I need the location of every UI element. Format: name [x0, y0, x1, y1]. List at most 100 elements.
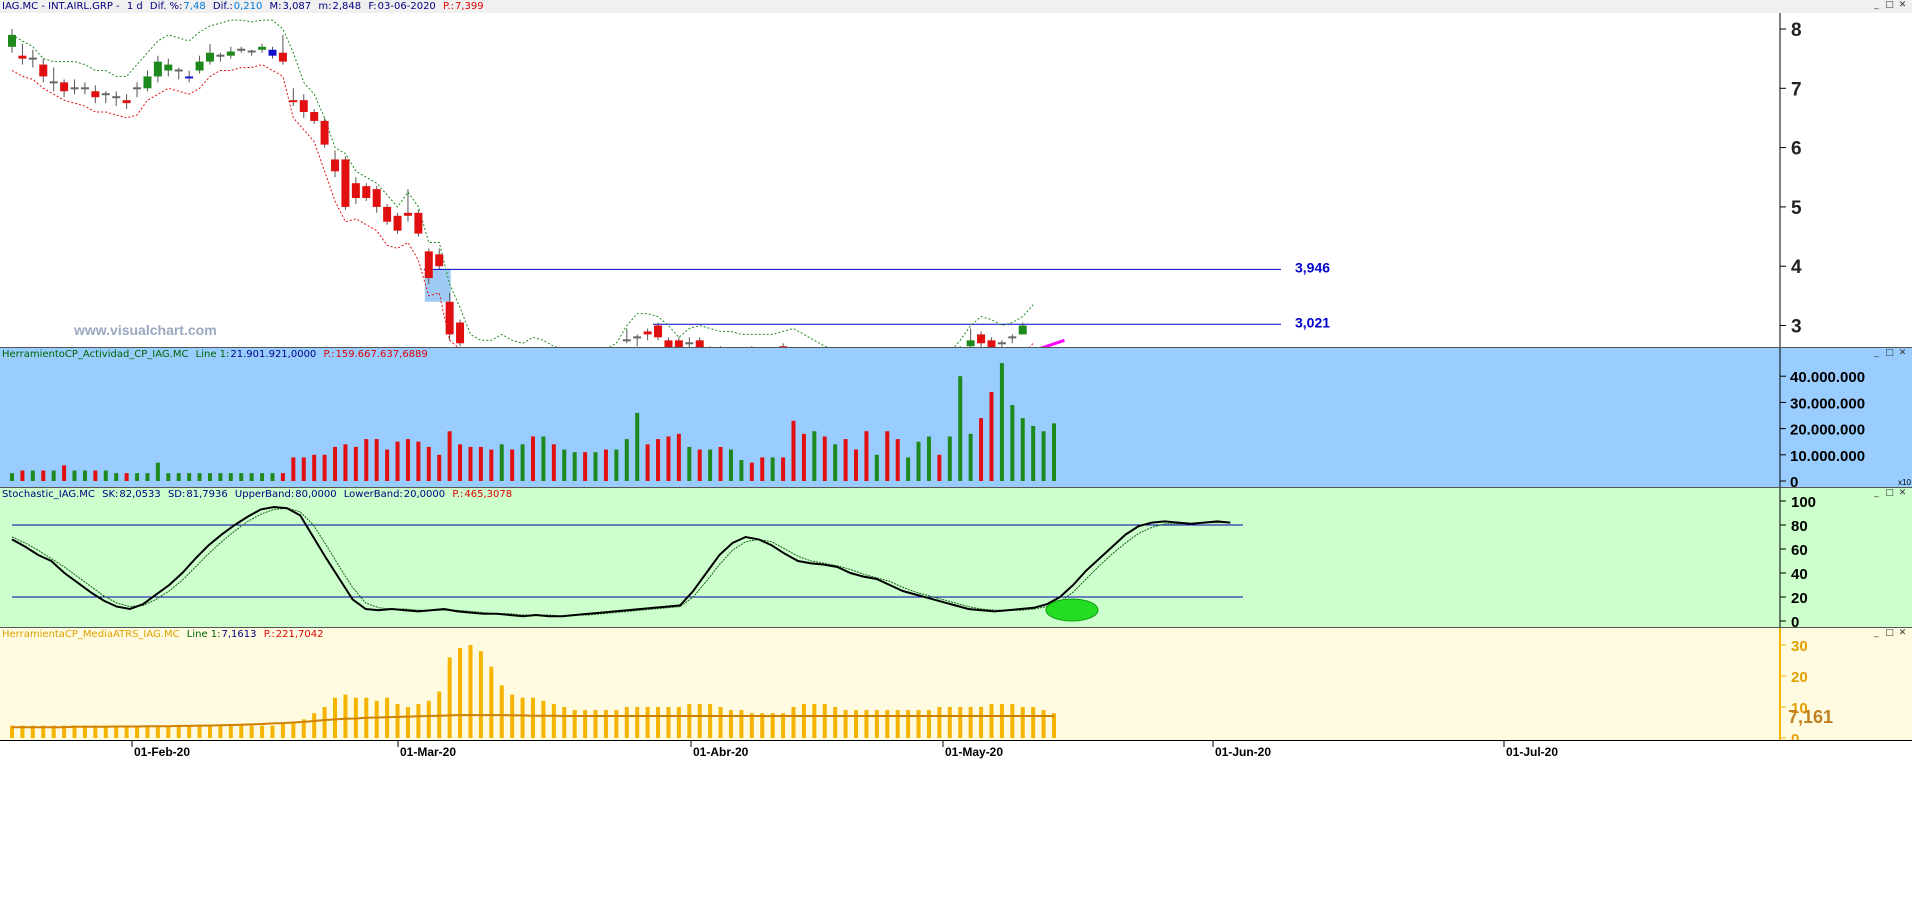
stoch-sd-value: 81,7936	[186, 489, 228, 500]
candle-body	[987, 340, 996, 347]
volume-bar	[749, 462, 754, 481]
stoch-indicator-name: Stochastic_IAG.MC	[2, 489, 95, 500]
candle-body	[424, 251, 433, 279]
volume-bar	[322, 454, 327, 481]
volume-bar	[291, 457, 296, 481]
atr-bar	[478, 651, 483, 738]
atr-bar	[562, 707, 567, 738]
candle-body	[966, 340, 975, 347]
candle-body	[383, 206, 392, 222]
volume-bar	[728, 449, 733, 481]
volume-bar	[20, 470, 25, 481]
candle-body	[18, 55, 27, 59]
restore-button[interactable]: □	[1884, 628, 1895, 639]
volume-bar	[30, 470, 35, 481]
candle-body	[143, 76, 152, 89]
close-button[interactable]: ✕	[1897, 628, 1908, 639]
price-tick-label: 6	[1791, 139, 1802, 160]
atr-bar	[958, 707, 963, 738]
volume-bar	[614, 449, 619, 481]
close-button[interactable]: ✕	[1897, 348, 1908, 359]
volume-bar	[145, 473, 150, 481]
atr-window-buttons: _ □ ✕	[1871, 628, 1908, 641]
volume-bar	[207, 473, 212, 481]
volume-p-label: P.:	[323, 349, 335, 360]
volume-bar	[812, 431, 817, 481]
stoch-sk-line	[11, 505, 1231, 618]
atr-bar	[458, 648, 463, 738]
volume-panel[interactable]: 40.000.000 30.000.000 20.000.000 10.000.000…	[0, 347, 1912, 488]
minimize-button[interactable]: _	[1871, 628, 1882, 639]
atr-line-label: Line 1:	[186, 629, 221, 640]
candle-body	[153, 61, 162, 77]
volume-bar	[801, 433, 806, 481]
stoch-tick-label: 20	[1791, 590, 1808, 607]
volume-bar	[260, 473, 265, 481]
atr-bar	[656, 707, 661, 738]
volume-bar	[82, 470, 87, 481]
atr-bar	[468, 645, 473, 738]
price-chart[interactable]: 87654323,9463,0211,80www.visualchart.com	[0, 0, 1912, 347]
volume-bar	[155, 462, 160, 481]
atr-bar	[801, 703, 806, 738]
stochastic-chart[interactable]: 100 80 60 40 20 0	[0, 488, 1912, 628]
close-button[interactable]: ✕	[1897, 488, 1908, 499]
volume-bar	[176, 473, 181, 481]
lower-band	[11, 64, 1034, 347]
price-tick-label: 5	[1791, 198, 1802, 219]
atr-bar	[843, 710, 848, 738]
atr-panel[interactable]: 30 20 10 0 7,161 HerramientaCP_MediaATRS_IAG…	[0, 627, 1912, 741]
atr-bar	[999, 703, 1004, 738]
candle-body	[331, 159, 340, 172]
atr-bar	[145, 725, 150, 738]
volume-bar	[1041, 431, 1046, 481]
x-tick-label: 01-Jul-20	[1506, 745, 1558, 759]
atr-bar	[603, 710, 608, 738]
atr-bar	[854, 710, 859, 738]
volume-bar	[781, 457, 786, 481]
restore-button[interactable]: □	[1884, 488, 1895, 499]
atr-bar	[635, 707, 640, 738]
candle-body	[351, 183, 360, 199]
volume-bar	[833, 444, 838, 481]
price-panel[interactable]: IAG.MC - INT.AIRL.GRP - 1 d Dif. %:7,48 …	[0, 0, 1912, 347]
candle-body	[456, 322, 465, 344]
stochastic-panel[interactable]: 100 80 60 40 20 0 Stochastic_IAG.MC SK:82,053…	[0, 487, 1912, 628]
volume-bar	[708, 449, 713, 481]
atr-bar	[676, 707, 681, 738]
volume-bar	[280, 473, 285, 481]
volume-bar	[916, 441, 921, 481]
candle-body	[403, 212, 412, 216]
atr-chart[interactable]: 30201007,161	[0, 628, 1912, 741]
stoch-tick-label: 80	[1791, 518, 1808, 535]
atr-bar	[395, 703, 400, 738]
volume-bar	[333, 446, 338, 481]
atr-bar	[207, 725, 212, 738]
volume-bar	[41, 470, 46, 481]
atr-bar	[374, 700, 379, 738]
volume-bar	[760, 457, 765, 481]
volume-bar	[958, 376, 963, 481]
atr-bar	[416, 703, 421, 738]
volume-bar	[593, 452, 598, 481]
volume-bar	[718, 446, 723, 481]
volume-chart[interactable]: 40.000.000 30.000.000 20.000.000 10.000.000…	[0, 348, 1912, 488]
volume-bar	[51, 470, 56, 481]
atr-bar	[333, 697, 338, 738]
atr-bar	[812, 703, 817, 738]
atr-bar	[239, 725, 244, 738]
minimize-button[interactable]: _	[1871, 488, 1882, 499]
x-tick-label: 01-May-20	[945, 745, 1003, 759]
minimize-button[interactable]: _	[1871, 348, 1882, 359]
x-axis-labels: 01-Feb-20 01-Mar-20 01-Abr-20 01-May-20 01-J…	[131, 741, 1558, 759]
stoch-upper-label: UpperBand:	[234, 489, 295, 500]
restore-button[interactable]: □	[1884, 348, 1895, 359]
stoch-sk-label: SK:	[102, 489, 119, 500]
x-tick-label: 01-Mar-20	[400, 745, 456, 759]
atr-bar	[312, 713, 317, 738]
volume-bar	[895, 439, 900, 481]
volume-bar	[218, 473, 223, 481]
volume-bar	[1010, 405, 1015, 481]
volume-bar	[437, 454, 442, 481]
atr-bar	[280, 722, 285, 738]
